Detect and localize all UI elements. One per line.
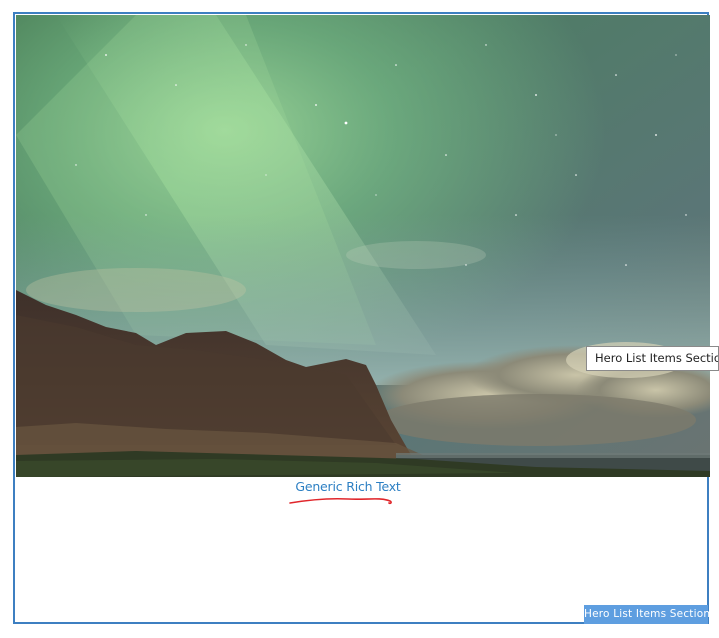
section-tooltip: Hero List Items Section [586,346,719,371]
page: Generic Rich Text Hero List Items Sectio… [0,0,719,638]
section-badge[interactable]: Hero List Items Section [584,605,711,624]
hero-image[interactable] [16,15,710,477]
hero-list-items-section[interactable] [13,12,710,624]
section-badge-label: Hero List Items Section [584,608,711,620]
generic-rich-text-label: Generic Rich Text [295,479,401,494]
section-tooltip-text: Hero List Items Section [595,351,719,365]
aurora-landscape-image [16,15,710,477]
red-underline-annotation [289,497,392,505]
generic-rich-text[interactable]: Generic Rich Text [0,479,696,494]
